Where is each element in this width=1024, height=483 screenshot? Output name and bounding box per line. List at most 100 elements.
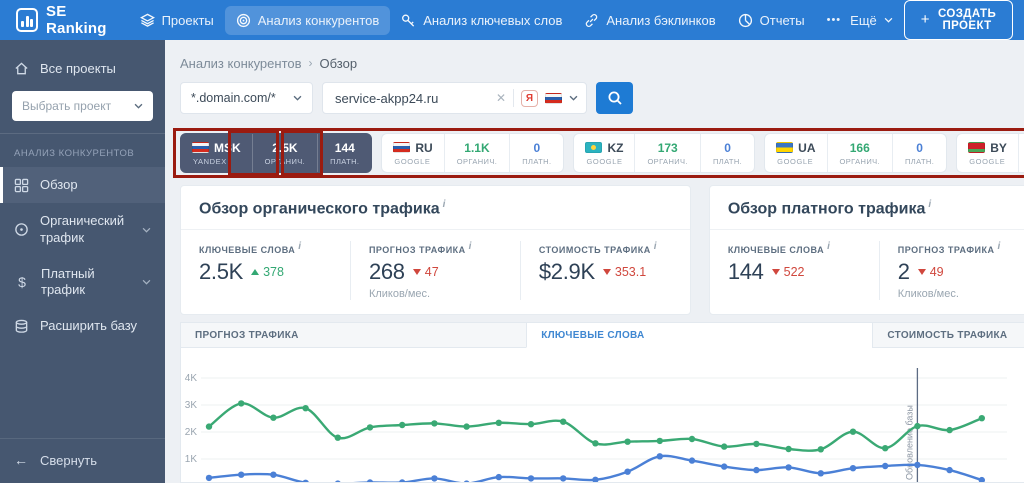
paid-overview-title: Обзор платного трафика i xyxy=(709,186,1024,231)
bullseye-icon xyxy=(236,13,250,27)
metric-delta: 522 xyxy=(771,265,804,279)
metric-delta: 49 xyxy=(917,265,944,279)
project-select[interactable]: Выбрать проект xyxy=(12,91,153,121)
info-icon[interactable]: i xyxy=(827,241,830,252)
nav-item-label: Проекты xyxy=(161,12,214,28)
flag-ru-icon xyxy=(192,142,209,153)
input-divider xyxy=(513,89,514,107)
organic-value: 166 xyxy=(849,140,870,155)
chevron-down-icon xyxy=(142,279,151,285)
more-dots-icon: ••• xyxy=(826,14,842,26)
create-project-button[interactable]: + СОЗДАТЬ ПРОЕКТ xyxy=(903,0,1014,40)
top-nav: SE Ranking Проекты Анализ конкурентов Ан… xyxy=(0,0,1024,40)
sidebar-collapse-button[interactable]: ← Свернуть xyxy=(0,438,165,483)
nav-item-label: Ещё xyxy=(850,12,877,28)
search-button[interactable] xyxy=(596,82,633,114)
layers-icon xyxy=(139,13,155,27)
home-icon xyxy=(15,62,28,75)
sidebar-all-projects[interactable]: Все проекты xyxy=(0,52,165,85)
breadcrumb-parent[interactable]: Анализ конкурентов xyxy=(180,56,302,71)
search-icon xyxy=(608,91,622,105)
dollar-icon: $ xyxy=(18,274,26,290)
nav-item-keyword-research[interactable]: Анализ ключевых слов xyxy=(390,6,573,35)
nav-item-label: Анализ конкурентов xyxy=(257,12,380,28)
keywords-chart-panel: 4K 3K 2K 1K Обновление базы xyxy=(180,348,1024,483)
tab-traffic-forecast[interactable]: ПРОГНОЗ ТРАФИКА xyxy=(180,322,527,348)
paid-value: 0 xyxy=(916,140,923,155)
info-icon[interactable]: i xyxy=(928,199,931,210)
chart-tabs: ПРОГНОЗ ТРАФИКА КЛЮЧЕВЫЕ СЛОВА СТОИМОСТЬ… xyxy=(180,322,1024,348)
region-card-by[interactable]: BY GOOGLE 114ОРГАНИЧ. 0ПЛАТН. xyxy=(956,133,1024,173)
target-icon xyxy=(15,223,28,236)
region-card-msk-selected[interactable]: MSK YANDEX 2.5K ОРГАНИЧ. 144 ПЛАТН. xyxy=(180,130,373,176)
metric-value: 268 xyxy=(368,259,405,285)
metric-traffic-forecast: ПРОГНОЗ ТРАФИКА i 2 49 Кликов/мес. xyxy=(878,241,1024,301)
region-engine: YANDEX xyxy=(193,156,227,166)
organic-value: 2.5K xyxy=(272,140,298,155)
metric-keywords: КЛЮЧЕВЫЕ СЛОВА i 144 522 xyxy=(727,241,831,285)
pie-chart-icon xyxy=(738,13,752,27)
nav-item-label: Анализ ключевых слов xyxy=(423,12,563,28)
region-card-ru[interactable]: RU GOOGLE 1.1K ОРГАНИЧ. 0 ПЛАТН. xyxy=(381,133,565,173)
info-icon[interactable]: i xyxy=(654,241,657,252)
metric-value: 2.5K xyxy=(199,259,244,285)
key-icon xyxy=(402,13,415,27)
metric-unit: Кликов/мес. xyxy=(368,288,431,301)
sidebar-item-organic-traffic[interactable]: Органический трафик xyxy=(0,203,165,256)
main-menu: Проекты Анализ конкурентов Анализ ключев… xyxy=(129,5,904,35)
keywords-line-chart[interactable]: 4K 3K 2K 1K Обновление базы xyxy=(181,348,1024,482)
flag-by-icon xyxy=(968,142,986,153)
nav-item-competitor-research[interactable]: Анализ конкурентов xyxy=(224,5,391,35)
link-icon xyxy=(586,13,598,27)
sidebar-item-paid-traffic[interactable]: $ Платный трафик xyxy=(0,256,165,309)
svg-text:4K: 4K xyxy=(185,373,198,384)
organic-value: 173 xyxy=(657,140,678,155)
regions-row: MSK YANDEX 2.5K ОРГАНИЧ. 144 ПЛАТН. RU GOO… xyxy=(173,128,1024,178)
info-icon[interactable]: i xyxy=(298,241,301,252)
metric-unit: Кликов/мес. xyxy=(897,288,959,301)
region-card-ua[interactable]: UA GOOGLE 166 ОРГАНИЧ. 0 ПЛАТН. xyxy=(764,133,948,173)
paid-value: 0 xyxy=(533,140,541,155)
delta-down-icon xyxy=(602,269,611,276)
flag-ru-icon[interactable] xyxy=(545,92,562,104)
engine-select-chevron[interactable] xyxy=(569,95,578,101)
svg-text:2K: 2K xyxy=(185,427,198,438)
organic-value: 1.1K xyxy=(464,140,490,155)
organic-overview-title: Обзор органического трафика i xyxy=(181,186,690,231)
breadcrumb-separator: › xyxy=(308,56,313,70)
info-icon[interactable]: i xyxy=(469,241,472,252)
arrow-left-icon: ← xyxy=(14,452,28,468)
nav-item-more[interactable]: ••• Ещё xyxy=(816,6,904,35)
paid-value: 144 xyxy=(334,140,355,155)
grid-icon xyxy=(14,178,29,192)
metric-traffic-cost: СТОИМОСТЬ ТРАФИКА i $2.9K 353.1 xyxy=(519,241,690,301)
domain-search-box: ✕ Я xyxy=(322,82,587,114)
domain-search-input[interactable] xyxy=(335,90,489,106)
region-card-kz[interactable]: KZ GOOGLE 173 ОРГАНИЧ. 0 ПЛАТН. xyxy=(573,133,756,173)
metric-traffic-forecast: ПРОГНОЗ ТРАФИКА i 268 47 Кликов/мес. xyxy=(349,241,520,301)
sidebar-item-expand-database[interactable]: Расширить базу xyxy=(0,308,165,344)
yandex-engine-icon[interactable]: Я xyxy=(521,89,538,107)
paid-overview-card: Обзор платного трафика i КЛЮЧЕВЫЕ СЛОВА i … xyxy=(708,185,1024,315)
domain-mode-select[interactable]: *.domain.com/* xyxy=(180,82,313,114)
chevron-down-icon xyxy=(569,95,578,101)
nav-item-projects[interactable]: Проекты xyxy=(129,6,225,35)
svg-text:1K: 1K xyxy=(185,454,198,465)
info-icon[interactable]: i xyxy=(997,241,1000,252)
nav-item-label: Анализ бэклинков xyxy=(606,12,716,28)
nav-item-backlink-analysis[interactable]: Анализ бэклинков xyxy=(573,6,726,35)
tab-traffic-cost[interactable]: СТОИМОСТЬ ТРАФИКА xyxy=(872,322,1024,348)
info-icon[interactable]: i xyxy=(443,199,446,210)
region-engine: GOOGLE xyxy=(969,156,1006,166)
sidebar-item-overview[interactable]: Обзор xyxy=(0,167,165,204)
tab-keywords[interactable]: КЛЮЧЕВЫЕ СЛОВА xyxy=(526,322,873,348)
delta-up-icon xyxy=(251,269,260,276)
metric-value: 2 xyxy=(897,259,910,285)
nav-item-reports[interactable]: Отчеты xyxy=(727,6,816,35)
metric-value: 144 xyxy=(727,259,764,285)
brand[interactable]: SE Ranking xyxy=(16,3,109,37)
sidebar-divider xyxy=(0,133,165,134)
clear-input-icon[interactable]: ✕ xyxy=(496,91,506,105)
flag-ua-icon xyxy=(776,142,794,153)
delta-down-icon xyxy=(412,269,421,276)
